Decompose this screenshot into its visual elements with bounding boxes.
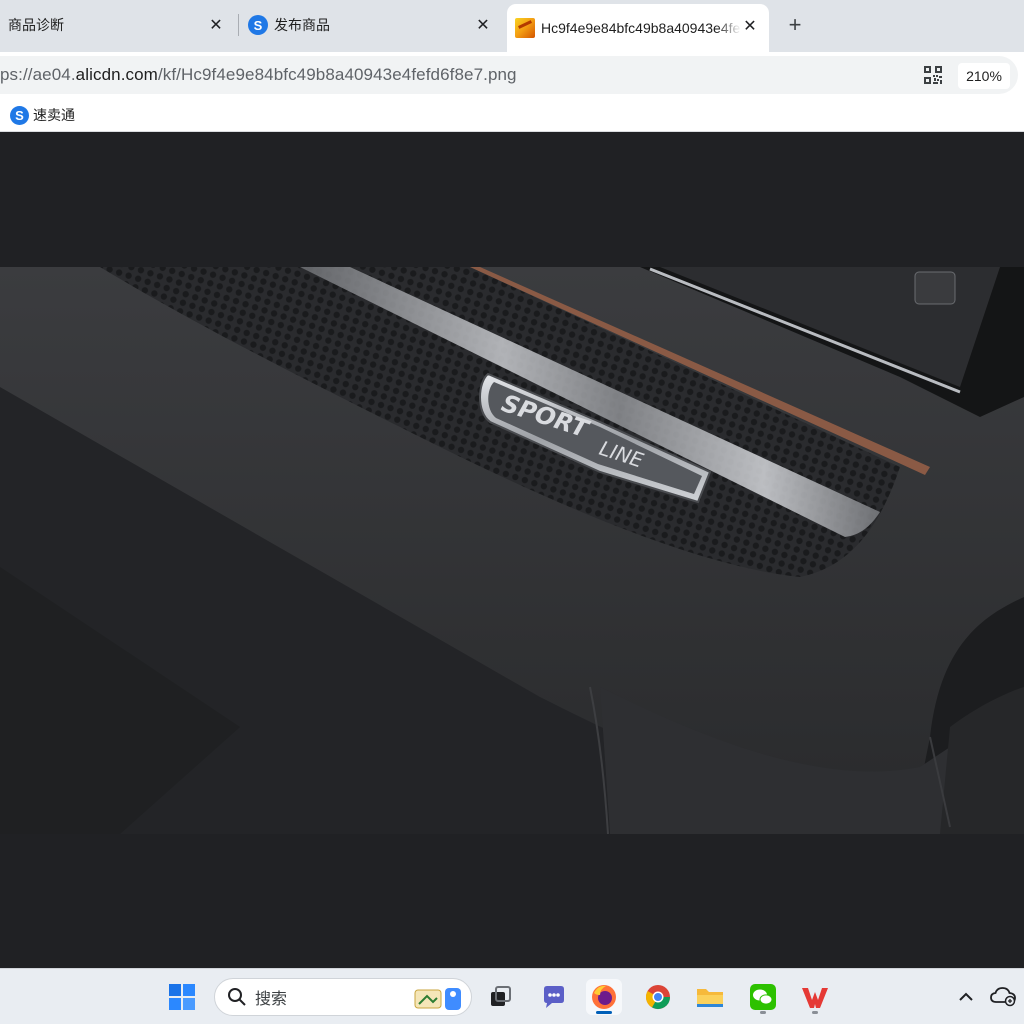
running-indicator [812, 1011, 818, 1014]
image-favicon-icon [515, 18, 535, 38]
chrome-icon[interactable] [640, 979, 676, 1015]
url-scheme: ps://ae04. [0, 65, 76, 84]
new-tab-plus-icon[interactable]: + [783, 12, 807, 37]
browser-toolbar: ps://ae04.alicdn.com/kf/Hc9f4e9e84bfc49b… [0, 52, 1024, 96]
bookmark-aliexpress[interactable]: S 速卖通 [6, 104, 75, 126]
qr-code-icon[interactable] [924, 66, 942, 84]
tab-close-icon[interactable]: ✕ [472, 14, 494, 36]
search-icon [228, 988, 246, 1006]
task-view-icon[interactable] [482, 979, 518, 1015]
search-highlight-icon [414, 988, 461, 1010]
url-text: ps://ae04.alicdn.com/kf/Hc9f4e9e84bfc49b… [0, 65, 517, 85]
zoom-level-badge[interactable]: 210% [958, 63, 1010, 89]
url-host: alicdn.com [75, 65, 158, 84]
file-explorer-icon[interactable] [692, 979, 728, 1015]
search-label: 搜索 [255, 991, 288, 1008]
tab-image-active[interactable]: Hc9f4e9e84bfc49b8a40943e4fefd6f8e7.png ✕ [507, 4, 769, 52]
tab-publish-product[interactable]: S 发布商品 ✕ [244, 4, 500, 46]
active-indicator [596, 1011, 612, 1014]
tab-divider [238, 14, 239, 36]
tab-title: Hc9f4e9e84bfc49b8a40943e4fefd6f8e7.png [541, 20, 741, 36]
windows-taskbar: 搜索 [0, 968, 1024, 1024]
tab-close-icon[interactable]: ✕ [205, 14, 227, 36]
tab-close-icon[interactable]: ✕ [739, 15, 761, 37]
aliexpress-favicon-icon: S [248, 15, 268, 35]
taskbar-search-input[interactable]: 搜索 [214, 978, 472, 1016]
bookmark-label: 速卖通 [33, 107, 75, 123]
firefox-icon[interactable] [586, 979, 622, 1015]
aliexpress-favicon-icon: S [10, 105, 29, 125]
tab-product-diagnosis[interactable]: 商品诊断 ✕ [0, 4, 234, 46]
wps-office-icon[interactable] [797, 979, 833, 1015]
windows-start-icon[interactable] [164, 979, 200, 1015]
url-path: /kf/Hc9f4e9e84bfc49b8a40943e4fefd6f8e7.p… [157, 65, 517, 84]
show-hidden-icons-chevron-icon[interactable] [956, 987, 976, 1007]
tab-title: 商品诊断 [8, 17, 64, 33]
bookmarks-bar: S 速卖通 [0, 96, 1024, 132]
tab-strip: 商品诊断 ✕ S 发布商品 ✕ Hc9f4e9e84bfc49b8a40943e… [0, 0, 1024, 52]
dashboard-trim-photo[interactable]: SPORT LINE [0, 267, 1024, 834]
image-viewer: SPORT LINE [0, 133, 1024, 968]
address-bar[interactable]: ps://ae04.alicdn.com/kf/Hc9f4e9e84bfc49b… [0, 56, 1018, 94]
running-indicator [760, 1011, 766, 1014]
wechat-icon[interactable] [745, 979, 781, 1015]
teams-chat-icon[interactable] [536, 979, 572, 1015]
tab-title: 发布商品 [274, 17, 330, 33]
onedrive-cloud-icon[interactable] [990, 985, 1016, 1007]
